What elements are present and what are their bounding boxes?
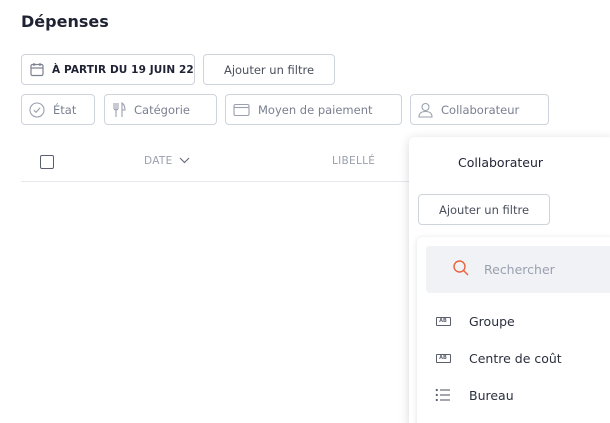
dropdown-add-filter-button[interactable]: Ajouter un filtre bbox=[418, 194, 550, 225]
option-label: Bureau bbox=[469, 387, 514, 403]
list-icon bbox=[435, 388, 451, 402]
option-label: Centre de coût bbox=[469, 350, 562, 366]
payment-method-filter-chip[interactable]: Moyen de paiement bbox=[225, 94, 402, 125]
option-bureau[interactable]: Bureau bbox=[435, 385, 514, 405]
search-input[interactable]: Rechercher bbox=[426, 246, 610, 293]
option-centre-de-cout[interactable]: AB Centre de coût bbox=[435, 348, 562, 368]
chevron-down-icon bbox=[179, 155, 190, 167]
option-label: Groupe bbox=[469, 313, 515, 329]
check-circle-icon bbox=[29, 101, 45, 118]
date-filter-chip[interactable]: À PARTIR DU 19 JUIN 22 bbox=[21, 54, 195, 85]
category-filter-chip[interactable]: Catégorie bbox=[104, 94, 217, 125]
payment-method-filter-label: Moyen de paiement bbox=[258, 102, 373, 117]
collaborator-filter-label: Collaborateur bbox=[441, 102, 520, 117]
dropdown-title: Collaborateur bbox=[458, 155, 544, 170]
column-date-label: DATE bbox=[144, 155, 173, 167]
calendar-icon bbox=[30, 62, 44, 77]
collaborator-filter-dropdown: Collaborateur Ajouter un filtre Recherch… bbox=[409, 137, 610, 423]
page-title: Dépenses bbox=[21, 12, 109, 31]
column-header-date[interactable]: DATE bbox=[144, 155, 190, 167]
date-filter-label: À PARTIR DU 19 JUIN 22 bbox=[52, 63, 194, 76]
state-filter-label: État bbox=[53, 102, 77, 117]
tag-icon: AB bbox=[435, 353, 451, 363]
fork-knife-icon bbox=[112, 101, 126, 118]
search-icon bbox=[452, 259, 470, 281]
search-placeholder: Rechercher bbox=[484, 262, 555, 277]
select-all-checkbox[interactable] bbox=[40, 155, 54, 169]
option-groupe[interactable]: AB Groupe bbox=[435, 311, 515, 331]
wallet-icon bbox=[233, 103, 250, 117]
tag-icon: AB bbox=[435, 316, 451, 326]
collaborator-filter-chip[interactable]: Collaborateur bbox=[410, 94, 549, 125]
table-header: DATE LIBELLÉ bbox=[21, 140, 421, 182]
category-filter-label: Catégorie bbox=[134, 102, 190, 117]
add-filter-button[interactable]: Ajouter un filtre bbox=[203, 54, 335, 85]
user-icon bbox=[418, 102, 433, 118]
column-header-libelle[interactable]: LIBELLÉ bbox=[332, 155, 375, 167]
state-filter-chip[interactable]: État bbox=[21, 94, 95, 125]
